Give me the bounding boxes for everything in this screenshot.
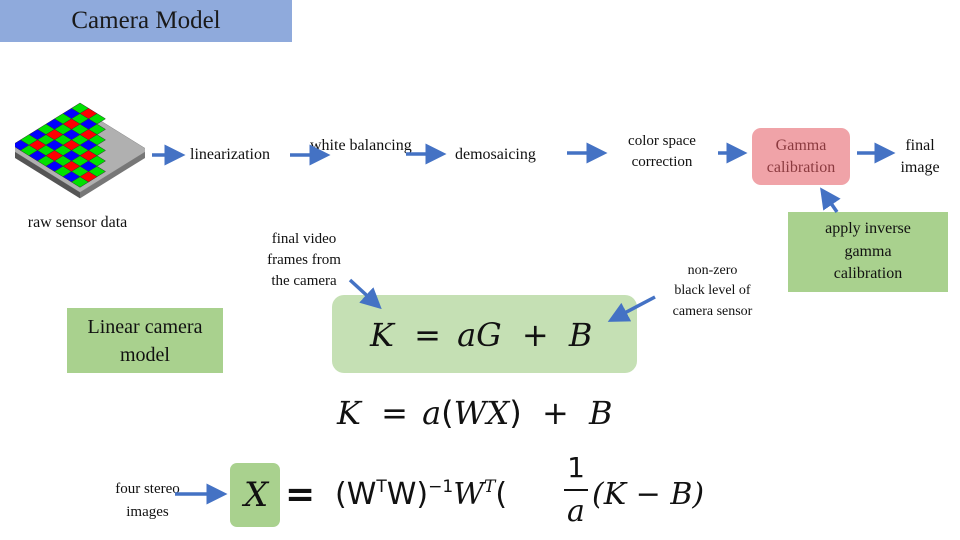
eq2-plus: + [541, 394, 569, 432]
arrow-inverse-to-gamma [820, 187, 841, 213]
inverse-gamma-line3: calibration [833, 265, 903, 283]
final-image-line2: image [900, 159, 940, 177]
eq3-denominator: a [567, 494, 585, 529]
linear-model-line1: Linear camera [87, 315, 203, 338]
eq1-a: a [457, 316, 477, 354]
gamma-line1: Gamma [775, 136, 827, 154]
eq3-sup-T2: T [484, 477, 496, 497]
eq2-equals: = [381, 394, 408, 432]
eq2-X: X [486, 394, 510, 432]
step-linearization: linearization [190, 146, 270, 163]
eq2-B: B [588, 394, 613, 432]
eq3-rhs-paren: W) [386, 477, 429, 512]
eq3-X: X [244, 475, 269, 515]
four-stereo-images-annotation: four stereo images [100, 478, 195, 525]
step-final-image: final image [890, 135, 950, 180]
final-image-line1: final [905, 137, 935, 154]
eq3-open-paren: ( [495, 477, 508, 512]
four-stereo-line2: images [126, 504, 169, 521]
eq1-equals: = [414, 316, 441, 354]
eq3-fraction: 1 a [562, 450, 590, 530]
equation-1: K = aG + B [370, 316, 592, 354]
equation-2: K = a(WX) + B [337, 394, 612, 432]
final-video-line3: the camera [271, 273, 337, 289]
step-color-space-line2: correction [631, 154, 693, 170]
eq3-numerator: 1 [567, 451, 585, 484]
black-level-line3: camera sensor [672, 303, 753, 319]
eq3-tail: (K − B) [592, 477, 705, 512]
final-video-frames-annotation: final video frames from the camera [254, 229, 354, 292]
eq3-sup-inv: −1 [428, 477, 454, 497]
step-white-balancing: white balancing [310, 137, 412, 154]
eq3-W: W [453, 477, 485, 512]
step-gamma-calibration: Gamma calibration [752, 128, 850, 185]
inverse-gamma-line2: gamma [844, 242, 892, 260]
eq3-sup-T: T [376, 477, 387, 497]
step-demosaicing: demosaicing [455, 146, 536, 163]
black-level-line2: black level of [674, 283, 751, 299]
eq2-lparen: ( [441, 394, 454, 432]
black-level-annotation: non-zero black level of camera sensor [655, 261, 770, 322]
bayer-sensor-icon [15, 102, 145, 199]
eq3-fraction-bar [564, 489, 588, 491]
linear-model-line2: model [120, 343, 170, 366]
apply-inverse-gamma-box: apply inverse gamma calibration [788, 212, 948, 292]
linear-camera-model-box: Linear camera model [67, 308, 223, 373]
eq2-a: a [422, 394, 442, 432]
final-video-line1: final video [271, 231, 337, 247]
slide-title: Camera Model [0, 0, 292, 42]
raw-sensor-data-label: raw sensor data [27, 214, 128, 231]
eq3-lhs-paren: (W [335, 477, 377, 512]
eq2-rparen: ) [509, 394, 522, 432]
black-level-line1: non-zero [687, 263, 738, 278]
eq1-B: B [568, 316, 593, 354]
four-stereo-line1: four stereo [115, 481, 180, 497]
eq1-K: K [370, 316, 394, 354]
step-color-space-line1: color space [628, 133, 696, 149]
inverse-gamma-line1: apply inverse [825, 220, 911, 238]
eq2-W: W [453, 394, 487, 432]
eq2-K: K [337, 394, 361, 432]
gamma-line2: calibration [766, 158, 836, 176]
final-video-line2: frames from [267, 252, 341, 268]
equation-3-rhs: (WTW)−1WT( [335, 477, 507, 512]
eq1-plus: + [521, 316, 549, 354]
eq3-equals: = [285, 474, 316, 515]
eq1-G: G [476, 316, 502, 354]
step-color-space-correction: color space correction [612, 131, 712, 173]
